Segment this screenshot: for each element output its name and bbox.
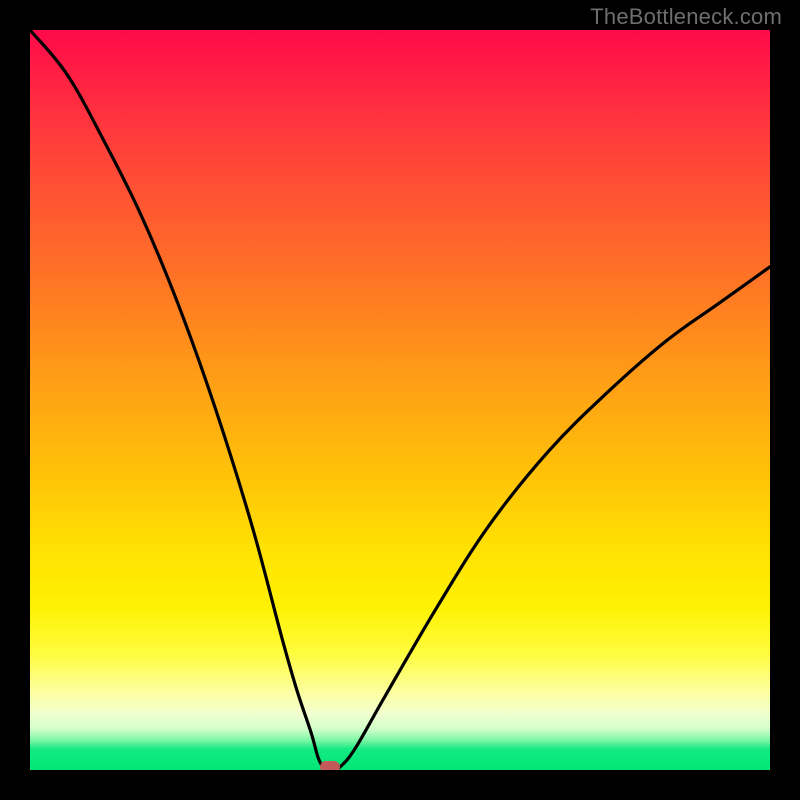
chart-frame: TheBottleneck.com xyxy=(0,0,800,800)
plot-area xyxy=(30,30,770,770)
curve-path xyxy=(30,30,770,770)
minimum-marker xyxy=(320,761,340,770)
bottleneck-curve xyxy=(30,30,770,770)
watermark-text: TheBottleneck.com xyxy=(590,4,782,30)
